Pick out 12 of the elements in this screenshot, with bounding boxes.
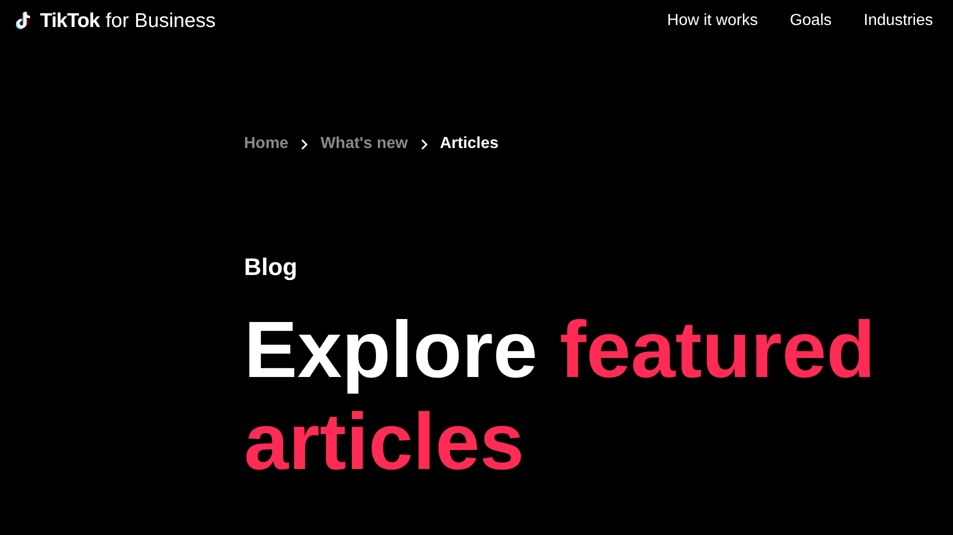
breadcrumb-link[interactable]: What's new bbox=[320, 132, 408, 156]
nav-link[interactable]: Industries bbox=[864, 9, 933, 33]
breadcrumb-link[interactable]: Articles bbox=[440, 132, 499, 156]
logo-suffix: for Business bbox=[106, 9, 216, 34]
chevron-right-icon bbox=[420, 138, 428, 150]
page-heading: Explore featured articles bbox=[244, 304, 876, 488]
chevron-right-icon bbox=[300, 138, 308, 150]
logo-brand[interactable]: TikTok bbox=[40, 6, 100, 36]
eyebrow-label: Blog bbox=[244, 253, 298, 283]
nav-link[interactable]: How it works bbox=[667, 9, 758, 33]
breadcrumb-link[interactable]: Home bbox=[244, 132, 288, 156]
nav-link[interactable]: Goals bbox=[790, 9, 832, 33]
